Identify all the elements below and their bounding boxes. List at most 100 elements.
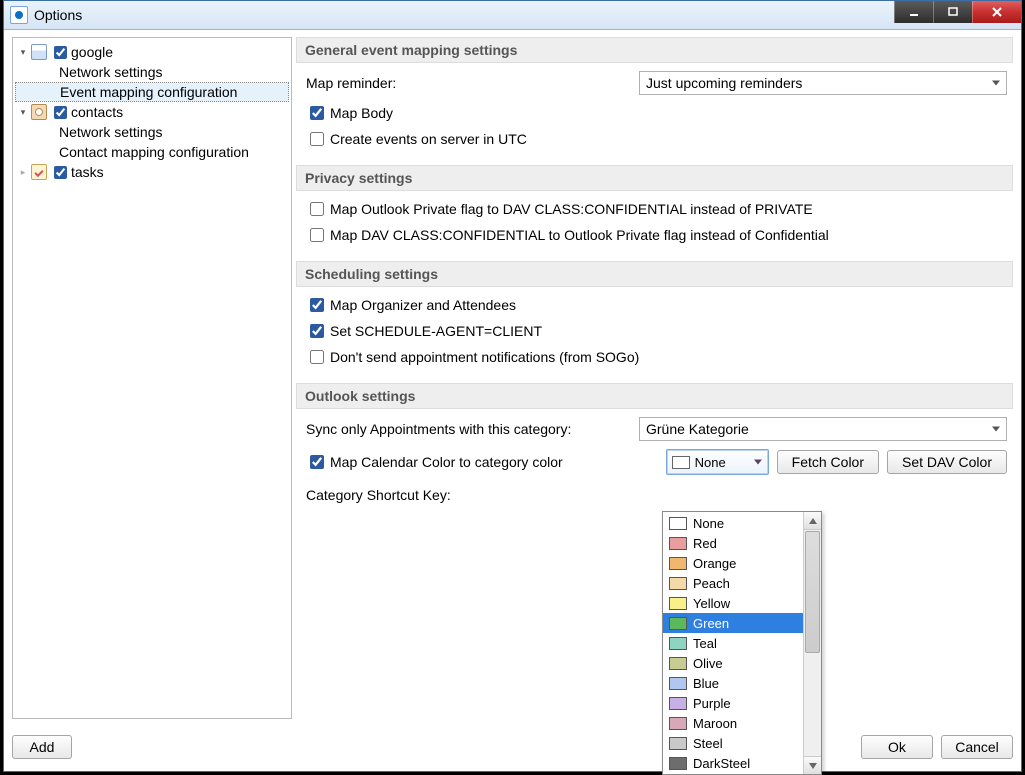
titlebar[interactable]: Options xyxy=(4,1,1021,30)
tree-node-google[interactable]: ▾ google xyxy=(15,42,289,62)
sched-row3-checkbox[interactable] xyxy=(310,350,324,364)
sync-category-dropdown[interactable]: Grüne Kategorie xyxy=(639,417,1007,441)
color-option-label: Yellow xyxy=(693,596,730,611)
color-option-label: None xyxy=(693,516,724,531)
expander-icon[interactable]: ▾ xyxy=(17,46,29,58)
map-calendar-color-label: Map Calendar Color to category color xyxy=(330,454,563,470)
map-calendar-color-checkbox[interactable] xyxy=(310,455,324,469)
color-option-purple[interactable]: Purple xyxy=(663,693,803,713)
color-option-peach[interactable]: Peach xyxy=(663,573,803,593)
maximize-button[interactable] xyxy=(933,1,972,23)
contacts-icon xyxy=(31,104,47,120)
tree-label: Network settings xyxy=(59,64,162,80)
tree-label: Event mapping configuration xyxy=(60,84,237,100)
color-swatch-icon xyxy=(669,537,687,550)
create-utc-checkbox[interactable] xyxy=(310,132,324,146)
sched-row2-label: Set SCHEDULE-AGENT=CLIENT xyxy=(330,323,542,339)
sched-row1-label: Map Organizer and Attendees xyxy=(330,297,516,313)
color-option-label: DarkSteel xyxy=(693,756,750,771)
privacy-row2-checkbox[interactable] xyxy=(310,228,324,242)
section-outlook-header: Outlook settings xyxy=(296,383,1013,409)
bottom-bar: Add Ok Cancel xyxy=(12,719,1013,767)
color-option-orange[interactable]: Orange xyxy=(663,553,803,573)
sched-row1-checkbox[interactable] xyxy=(310,298,324,312)
tree-label: google xyxy=(71,44,113,60)
tasks-icon xyxy=(31,164,47,180)
color-option-teal[interactable]: Teal xyxy=(663,633,803,653)
calendar-icon xyxy=(31,44,47,60)
tree-label: Contact mapping configuration xyxy=(59,144,249,160)
color-dropdown-scrollbar[interactable] xyxy=(803,512,821,774)
map-body-checkbox[interactable] xyxy=(310,106,324,120)
color-combo-value: None xyxy=(695,455,726,470)
color-option-none[interactable]: None xyxy=(663,513,803,533)
scroll-down-icon[interactable] xyxy=(804,756,821,774)
section-privacy-header: Privacy settings xyxy=(296,165,1013,191)
tree-checkbox-tasks[interactable] xyxy=(54,166,67,179)
color-option-olive[interactable]: Olive xyxy=(663,653,803,673)
ok-button[interactable]: Ok xyxy=(861,735,933,759)
fetch-color-button[interactable]: Fetch Color xyxy=(777,450,879,474)
color-swatch-icon xyxy=(669,677,687,690)
privacy-row1-label: Map Outlook Private flag to DAV CLASS:CO… xyxy=(330,201,813,217)
sync-category-label: Sync only Appointments with this categor… xyxy=(306,421,571,437)
tree-node-event-mapping[interactable]: Event mapping configuration xyxy=(15,82,289,102)
tree-node-contact-mapping[interactable]: Contact mapping configuration xyxy=(15,142,289,162)
window-title: Options xyxy=(34,7,82,23)
tree-node-contacts[interactable]: ▾ contacts xyxy=(15,102,289,122)
color-option-yellow[interactable]: Yellow xyxy=(663,593,803,613)
close-button[interactable] xyxy=(972,1,1021,23)
color-swatch-icon xyxy=(669,637,687,650)
map-reminder-dropdown[interactable]: Just upcoming reminders xyxy=(639,71,1007,95)
category-shortcut-label: Category Shortcut Key: xyxy=(306,487,451,503)
color-option-label: Green xyxy=(693,616,729,631)
color-option-label: Red xyxy=(693,536,717,551)
color-option-label: Teal xyxy=(693,636,717,651)
privacy-row1-checkbox[interactable] xyxy=(310,202,324,216)
color-option-steel[interactable]: Steel xyxy=(663,733,803,753)
client-area: ▾ google Network settings Event mapping … xyxy=(12,37,1013,763)
tree-node-contacts-network[interactable]: Network settings xyxy=(15,122,289,142)
minimize-button[interactable] xyxy=(894,1,933,23)
tree-node-network-settings[interactable]: Network settings xyxy=(15,62,289,82)
color-swatch-icon xyxy=(672,456,690,469)
color-swatch-icon xyxy=(669,617,687,630)
color-swatch-icon xyxy=(669,657,687,670)
create-utc-label: Create events on server in UTC xyxy=(330,131,527,147)
color-option-label: Maroon xyxy=(693,716,737,731)
map-reminder-value: Just upcoming reminders xyxy=(646,75,802,91)
settings-panel: General event mapping settings Map remin… xyxy=(296,37,1013,719)
color-option-red[interactable]: Red xyxy=(663,533,803,553)
expander-icon[interactable]: ▸ xyxy=(17,166,29,178)
tree-checkbox-contacts[interactable] xyxy=(54,106,67,119)
expander-icon[interactable]: ▾ xyxy=(17,106,29,118)
color-option-blue[interactable]: Blue xyxy=(663,673,803,693)
tree-label: Network settings xyxy=(59,124,162,140)
profile-tree[interactable]: ▾ google Network settings Event mapping … xyxy=(12,37,292,719)
color-combo[interactable]: None xyxy=(666,449,769,475)
scroll-up-icon[interactable] xyxy=(804,512,821,530)
cancel-button[interactable]: Cancel xyxy=(941,735,1013,759)
color-dropdown-list[interactable]: None Red Orange Peach Yellow Green Teal Olive Bl… xyxy=(662,511,822,775)
color-option-green[interactable]: Green xyxy=(663,613,803,633)
scroll-thumb[interactable] xyxy=(805,531,820,653)
color-option-label: Olive xyxy=(693,656,723,671)
privacy-row2-label: Map DAV CLASS:CONFIDENTIAL to Outlook Pr… xyxy=(330,227,829,243)
color-option-darksteel[interactable]: DarkSteel xyxy=(663,753,803,773)
sched-row2-checkbox[interactable] xyxy=(310,324,324,338)
add-button[interactable]: Add xyxy=(12,735,72,759)
tree-checkbox-google[interactable] xyxy=(54,46,67,59)
app-icon xyxy=(10,6,28,24)
set-dav-color-button[interactable]: Set DAV Color xyxy=(887,450,1007,474)
color-option-label: Blue xyxy=(693,676,719,691)
color-option-label: Steel xyxy=(693,736,723,751)
color-swatch-icon xyxy=(669,737,687,750)
color-option-label: Orange xyxy=(693,556,736,571)
color-swatch-icon xyxy=(669,717,687,730)
sync-category-value: Grüne Kategorie xyxy=(646,421,749,437)
color-swatch-icon xyxy=(669,597,687,610)
color-option-maroon[interactable]: Maroon xyxy=(663,713,803,733)
color-swatch-icon xyxy=(669,557,687,570)
map-body-label: Map Body xyxy=(330,105,393,121)
tree-node-tasks[interactable]: ▸ tasks xyxy=(15,162,289,182)
